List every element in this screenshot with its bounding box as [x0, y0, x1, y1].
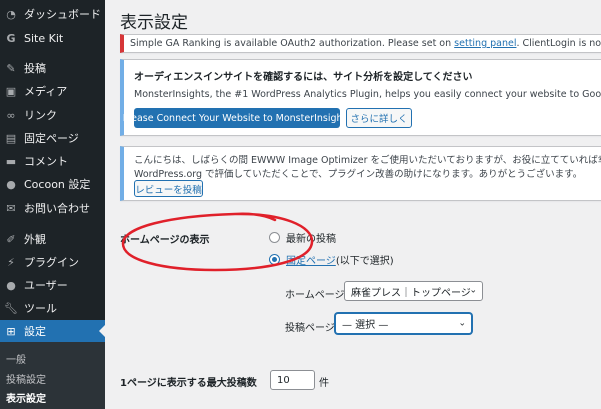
static-page-link[interactable]: 固定ページ	[286, 252, 336, 267]
brush-icon: ✐	[6, 232, 16, 246]
homepage-select[interactable]: 麻雀プレス｜トップページ ⌄	[344, 281, 483, 301]
dashboard-icon: ◔	[6, 7, 16, 21]
menu-label: 外観	[24, 233, 46, 246]
menu-label: コメント	[24, 155, 68, 168]
menu-label: ユーザー	[24, 279, 68, 292]
submenu-general[interactable]: 一般	[6, 351, 26, 366]
menu-label: Cocoon 設定	[24, 178, 91, 191]
menu-dashboard[interactable]: ◔ ダッシュボード	[0, 3, 105, 25]
menu-label: ダッシュボード	[24, 8, 101, 21]
settings-icon: ⊞	[6, 324, 16, 338]
menu-users[interactable]: ● ユーザー	[0, 274, 105, 296]
ewww-notice: こんにちは、しばらくの間 EWWW Image Optimizer をご使用いた…	[120, 146, 601, 201]
menu-label: 設定	[24, 325, 46, 338]
pin-icon: ✎	[6, 61, 16, 75]
chevron-down-icon: ⌄	[458, 318, 466, 328]
notice-body: MonsterInsights, the #1 WordPress Analyt…	[134, 89, 601, 100]
settings-submenu: 一般 投稿設定 表示設定	[0, 342, 105, 409]
notice-line: こんにちは、しばらくの間 EWWW Image Optimizer をご使用いた…	[134, 155, 601, 166]
radio-button-checked[interactable]	[269, 254, 280, 265]
menu-appearance[interactable]: ✐ 外観	[0, 228, 105, 250]
learn-more-button[interactable]: さらに詳しく	[346, 108, 412, 128]
menu-label: 固定ページ	[24, 132, 79, 145]
menu-label: お問い合わせ	[24, 202, 90, 215]
radio-static-page[interactable]: 固定ページ (以下で選択)	[269, 252, 394, 267]
radio-label-suffix: (以下で選択)	[335, 256, 394, 267]
postspage-select[interactable]: — 選択 — ⌄	[335, 313, 472, 334]
menu-label: プラグイン	[24, 256, 79, 269]
page-title: 表示設定	[120, 13, 188, 33]
menu-settings[interactable]: ⊞ 設定	[0, 320, 105, 342]
menu-pages[interactable]: ▤ 固定ページ	[0, 127, 105, 149]
notice-title: オーディエンスインサイトを確認するには、サイト分析を設定してください	[134, 72, 473, 83]
notice-text: Simple GA Ranking is available OAuth2 au…	[130, 38, 455, 49]
admin-sidebar: ◔ ダッシュボード G Site Kit ✎ 投稿 ▣ メディア ∞ リンク ▤…	[0, 0, 105, 409]
cocoon-icon: ●	[6, 177, 16, 191]
plugin-icon: ⚡	[7, 255, 15, 269]
notice-text: . ClientLogin is no longer available. Pl…	[516, 38, 601, 49]
homepage-select-label: ホームページ:	[285, 290, 348, 301]
postspage-select-label: 投稿ページ:	[285, 323, 339, 334]
wrench-icon: 🔧︎	[4, 301, 18, 315]
user-icon: ●	[6, 278, 16, 292]
menu-label: 投稿	[24, 62, 46, 75]
posts-per-page-input[interactable]: 10	[270, 370, 315, 390]
posts-per-page-label: 1ページに表示する最大投稿数	[120, 378, 257, 389]
monsterinsights-notice: オーディエンスインサイトを確認するには、サイト分析を設定してください Monst…	[120, 59, 601, 136]
media-icon: ▣	[5, 84, 17, 98]
posts-unit: 件	[319, 378, 329, 389]
mail-icon: ✉	[6, 201, 16, 215]
notice-line: WordPress.org で評価していただくことで、プラグイン改善の助けになり…	[134, 169, 583, 180]
menu-media[interactable]: ▣ メディア	[0, 80, 105, 102]
menu-label: Site Kit	[24, 31, 64, 45]
main-content: 表示設定 Simple GA Ranking is available OAut…	[105, 0, 601, 409]
menu-comments[interactable]: ▬ コメント	[0, 150, 105, 172]
radio-label: 最新の投稿	[286, 234, 336, 245]
radio-button[interactable]	[269, 232, 280, 243]
menu-contact[interactable]: ✉ お問い合わせ	[0, 197, 105, 219]
menu-label: リンク	[24, 109, 57, 122]
ga-ranking-notice: Simple GA Ranking is available OAuth2 au…	[120, 34, 601, 53]
menu-label: ツール	[24, 302, 57, 315]
page-icon: ▤	[5, 131, 17, 145]
menu-posts[interactable]: ✎ 投稿	[0, 57, 105, 79]
setting-panel-link[interactable]: setting panel	[454, 38, 516, 49]
menu-cocoon[interactable]: ● Cocoon 設定	[0, 173, 105, 195]
sitekit-icon: G	[6, 31, 16, 45]
select-value: 麻雀プレス｜トップページ	[351, 287, 471, 299]
radio-latest-posts[interactable]: 最新の投稿	[269, 230, 336, 245]
link-icon: ∞	[6, 108, 16, 122]
submenu-reading[interactable]: 表示設定	[6, 390, 46, 405]
menu-label: メディア	[24, 85, 68, 98]
chevron-down-icon: ⌄	[469, 285, 477, 296]
menu-links[interactable]: ∞ リンク	[0, 104, 105, 126]
comment-icon: ▬	[5, 154, 17, 168]
menu-plugins[interactable]: ⚡ プラグイン	[0, 251, 105, 273]
connect-monsterinsights-button[interactable]: Please Connect Your Website to MonsterIn…	[123, 108, 351, 128]
menu-tools[interactable]: 🔧︎ ツール	[0, 297, 105, 319]
post-review-button[interactable]: レビューを投稿	[134, 180, 203, 197]
select-value: — 選択 —	[342, 320, 389, 331]
menu-sitekit[interactable]: G Site Kit	[0, 27, 105, 49]
submenu-writing[interactable]: 投稿設定	[6, 371, 46, 386]
input-value: 10	[277, 374, 290, 386]
homepage-display-label: ホームページの表示	[120, 235, 210, 246]
